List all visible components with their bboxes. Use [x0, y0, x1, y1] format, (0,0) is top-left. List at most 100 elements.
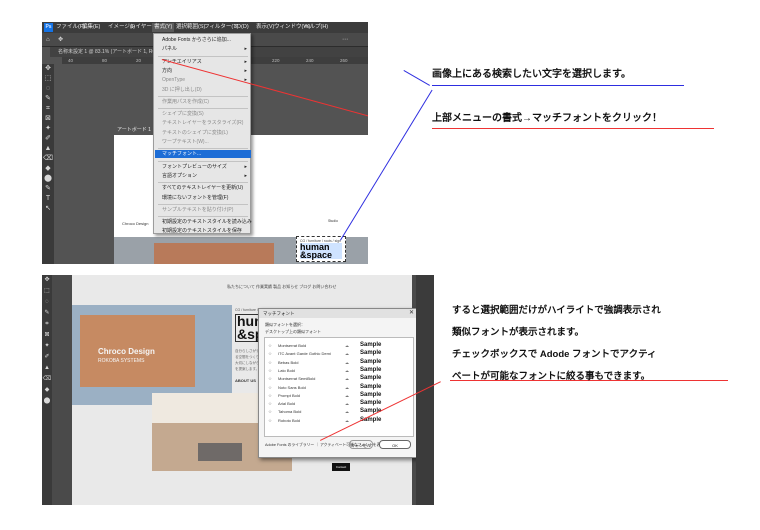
tool-icon[interactable]: ✎	[42, 308, 52, 319]
star-icon[interactable]: ☆	[268, 400, 272, 408]
tool-icon[interactable]: ⬚	[42, 286, 52, 297]
menu-item[interactable]: ファイル(F)	[56, 23, 85, 32]
tool-icon[interactable]: ◌	[42, 84, 54, 94]
tool-icon[interactable]: ▲	[42, 363, 52, 374]
menu-separator	[158, 160, 248, 162]
tool-icon[interactable]: ✎	[42, 94, 54, 104]
dropdown-item[interactable]: パネル	[162, 45, 248, 53]
type-menu-dropdown: Adobe Fonts からさらに追加... パネル ▸ アンチエイリアス ▸ 方向 ▸ Op…	[153, 33, 252, 235]
tool-icon[interactable]: ⬚	[42, 74, 54, 84]
tool-icon[interactable]: ✐	[42, 352, 52, 363]
ok-button[interactable]: OK	[379, 440, 411, 449]
desktop-fonts-checkbox[interactable]: デスクトップ上の類似フォント	[265, 329, 321, 335]
font-row[interactable]: ☆ Montserrat Bold ☁ Sample	[265, 342, 415, 350]
tool-icon[interactable]: ◆	[42, 385, 52, 396]
star-icon[interactable]: ☆	[268, 392, 272, 400]
tool-icon[interactable]: ✐	[42, 134, 54, 144]
document-tab-label: 名称未設定 1 @ 83.1% (アートボード 1, RGB/8)	[58, 49, 166, 55]
tool-icon[interactable]: ⌗	[42, 104, 54, 114]
tool-icon[interactable]: ↖	[42, 204, 54, 214]
tool-icon[interactable]: ✦	[42, 124, 54, 134]
note-result-line-3: チェックボックスで Adode フォントでアクティ	[452, 349, 657, 360]
dropdown-item[interactable]: テキストのシェイプに変換(L)	[162, 129, 248, 137]
dropdown-item[interactable]: ワープテキスト(W)...	[162, 138, 248, 146]
font-sample: Sample	[360, 342, 382, 348]
menu-item[interactable]: 表示(V)	[256, 23, 274, 32]
font-row[interactable]: ☆ Lato Bold ☁ Sample	[265, 367, 415, 375]
tool-icon[interactable]: ⌫	[42, 154, 54, 164]
match-font-dialog: マッチフォント ✕ 類似フォントを選択： デスクトップ上の類似フォント ☆ Mon…	[258, 308, 419, 458]
tool-icon[interactable]: ⌫	[42, 374, 52, 385]
star-icon[interactable]: ☆	[268, 359, 272, 367]
dropdown-item[interactable]: シェイプに変換(S)	[162, 110, 248, 118]
right-panel	[416, 275, 434, 505]
dropdown-item[interactable]: 初期設定のテキストスタイルを読み込み	[162, 218, 252, 226]
tool-icon[interactable]: ✎	[42, 184, 54, 194]
tool-icon[interactable]: T	[42, 194, 54, 204]
star-icon[interactable]: ☆	[268, 350, 272, 358]
cloud-icon: ☁	[345, 392, 349, 398]
font-name: Lato Bold	[278, 367, 295, 373]
menu-separator	[158, 216, 248, 218]
text-selection-box[interactable]: CG / furniture / roots / sign human &spa…	[296, 236, 346, 262]
font-row[interactable]: ☆ Noto Sans Bold ☁ Sample	[265, 384, 415, 392]
nav-label: Studio	[328, 219, 338, 223]
tool-icon[interactable]: ⊠	[42, 114, 54, 124]
dropdown-item[interactable]: 環境にないフォントを管理(F)	[162, 194, 248, 202]
font-row[interactable]: ☆ Tahoma Bold ☁ Sample	[265, 408, 415, 416]
artboard-label: アートボード 1	[117, 127, 151, 133]
menu-item[interactable]: ヘルプ(H)	[304, 23, 328, 32]
star-icon[interactable]: ☆	[268, 408, 272, 416]
tool-icon[interactable]: ▲	[42, 144, 54, 154]
dropdown-item[interactable]: 作業用パスを作成(C)	[162, 98, 248, 106]
dropdown-item[interactable]: Adobe Fonts からさらに追加...	[162, 36, 248, 44]
menu-separator	[158, 182, 248, 184]
star-icon[interactable]: ☆	[268, 384, 272, 392]
font-row[interactable]: ☆ ITC Avant Garde Gothic Demi ☁ Sample	[265, 350, 415, 358]
cancel-button[interactable]: キャンセル	[349, 440, 373, 449]
menu-separator	[158, 95, 248, 97]
tool-icon[interactable]: ✥	[42, 275, 52, 286]
dropdown-item[interactable]: すべてのテキストレイヤーを更新(U)	[162, 184, 248, 192]
dropdown-item[interactable]: 言語オプション	[162, 172, 248, 180]
menu-item-match-font[interactable]: マッチフォント...	[155, 150, 251, 159]
home-icon[interactable]: ⌂	[46, 36, 50, 44]
star-icon[interactable]: ☆	[268, 375, 272, 383]
tool-icon[interactable]: ◌	[42, 297, 52, 308]
tool-icon[interactable]: ◆	[42, 164, 54, 174]
dropdown-item[interactable]: フォントプレビューのサイズ	[162, 163, 248, 171]
photoshop-screenshot-top: Ps ファイル(F) 編集(E) イメージ(I) レイヤー(L) 書式(Y) 選択範囲(S…	[42, 22, 368, 264]
dropdown-item[interactable]: サンプルテキストを貼り付け(P)	[162, 206, 248, 214]
menu-item[interactable]: 選択範囲(S)	[176, 23, 205, 32]
menu-item[interactable]: 書式(Y)	[152, 23, 175, 32]
star-icon[interactable]: ☆	[268, 342, 272, 350]
tool-icon[interactable]: ⬤	[42, 396, 52, 407]
tool-icon[interactable]: ⬤	[42, 174, 54, 184]
menu-item[interactable]: 編集(E)	[82, 23, 100, 32]
ruler-tick-label: 260	[340, 58, 348, 63]
dropdown-item[interactable]: 3D に押し出し(D)	[162, 86, 248, 94]
font-row[interactable]: ☆ Prompt Bold ☁ Sample	[265, 392, 415, 400]
menu-separator	[158, 203, 248, 205]
tool-icon[interactable]: ⌗	[42, 319, 52, 330]
font-name: Bebas Bold	[278, 359, 299, 365]
menu-item[interactable]: 3D(D)	[234, 23, 249, 32]
font-row[interactable]: ☆ Montserrat SemiBold ☁ Sample	[265, 375, 415, 383]
contact-button[interactable]: Contact	[332, 463, 350, 471]
tool-icon[interactable]: ✥	[42, 64, 54, 74]
font-row[interactable]: ☆ Bebas Bold ☁ Sample	[265, 359, 415, 367]
dropdown-item[interactable]: テキストレイヤーをラスタライズ(R)	[162, 119, 248, 127]
font-row[interactable]: ☆ Roboto Bold ☁ Sample	[265, 417, 415, 425]
font-name: Roboto Bold	[278, 417, 301, 423]
star-icon[interactable]: ☆	[268, 417, 272, 425]
star-icon[interactable]: ☆	[268, 367, 272, 375]
close-icon[interactable]: ✕	[409, 309, 414, 318]
font-name: Arial Bold	[278, 401, 296, 407]
tool-icon[interactable]: ⊠	[42, 330, 52, 341]
dropdown-item[interactable]: 初期設定のテキストスタイルを保存	[162, 227, 248, 235]
tool-icon[interactable]: ✦	[42, 341, 52, 352]
menu-separator	[158, 148, 248, 150]
more-icon[interactable]: ⋯	[342, 36, 348, 44]
move-tool-icon[interactable]: ✥	[58, 36, 63, 44]
cloud-icon: ☁	[345, 367, 349, 373]
